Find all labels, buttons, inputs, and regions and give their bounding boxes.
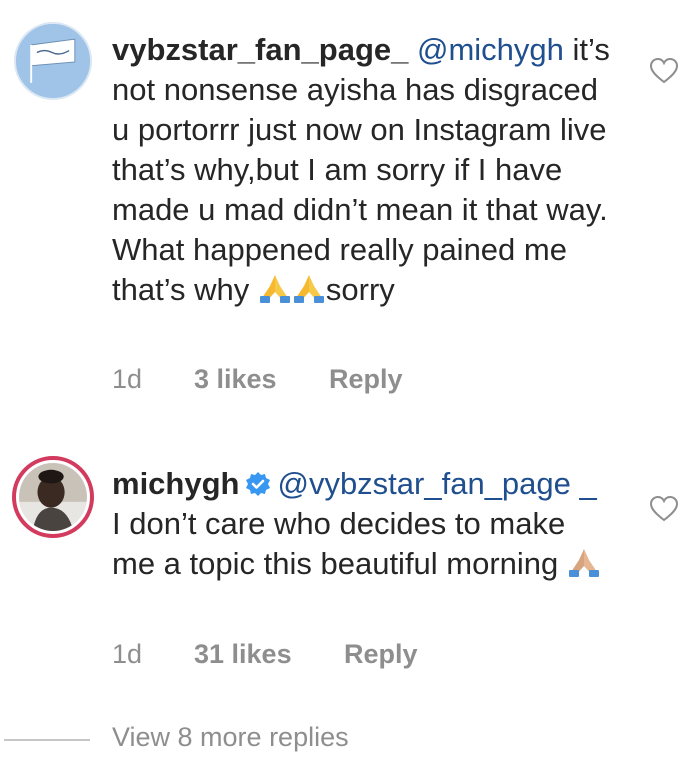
reply-button[interactable]: Reply <box>344 639 418 670</box>
comment-item: vybzstar_fan_page_ @michygh it’s not non… <box>0 0 700 420</box>
comment-username[interactable]: michygh <box>112 466 239 501</box>
folded-hands-emoji <box>259 275 290 303</box>
heart-icon[interactable] <box>650 496 678 522</box>
profile-photo-avatar-image <box>19 463 87 531</box>
view-more-replies-label[interactable]: View 8 more replies <box>112 722 349 753</box>
comment-time: 1d <box>112 364 143 394</box>
comment-likes[interactable]: 31 likes <box>194 639 344 670</box>
comment-text: it’s not nonsense ayisha has disgraced u… <box>112 32 610 307</box>
comment-trailing-text: sorry <box>325 272 395 307</box>
divider-line <box>4 739 90 741</box>
reply-button[interactable]: Reply <box>329 364 403 395</box>
comment-meta: 1d 3 likes Reply <box>112 364 403 395</box>
verified-badge-icon <box>246 472 271 496</box>
comment-username[interactable]: vybzstar_fan_page_ <box>112 32 408 67</box>
comment-likes[interactable]: 3 likes <box>194 364 329 395</box>
comment-time: 1d <box>112 639 143 669</box>
folded-hands-emoji <box>293 275 324 303</box>
avatar[interactable] <box>14 22 92 100</box>
comment-item: michygh @vybzstar_fan_page _ I don’t car… <box>0 440 700 700</box>
comment-text: I don’t care who decides to make me a to… <box>112 506 566 581</box>
heart-icon[interactable] <box>650 58 678 84</box>
folded-hands-emoji <box>568 549 599 577</box>
flag-avatar-image <box>16 24 90 98</box>
comment-body: michygh @vybzstar_fan_page _ I don’t car… <box>112 464 612 584</box>
comment-body: vybzstar_fan_page_ @michygh it’s not non… <box>112 30 612 310</box>
comment-meta: 1d 31 likes Reply <box>112 639 418 670</box>
comment-mention[interactable]: @vybzstar_fan_page _ <box>277 466 596 501</box>
view-more-replies-button[interactable]: View 8 more replies <box>0 722 700 758</box>
avatar[interactable] <box>12 456 94 538</box>
comment-mention[interactable]: @michygh <box>417 32 564 67</box>
